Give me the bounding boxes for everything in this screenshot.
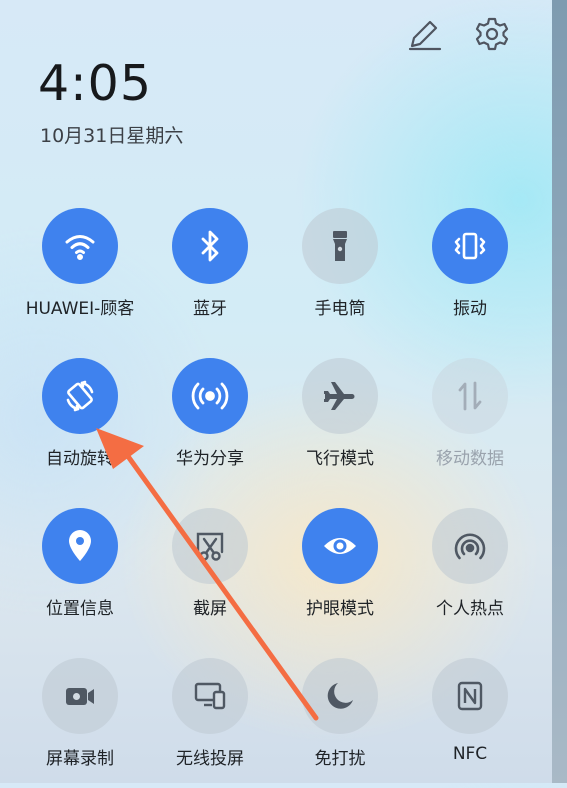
hotspot-icon	[432, 508, 508, 584]
toggle-vibrate[interactable]: 振动	[405, 208, 535, 338]
toggle-airplane-mode[interactable]: 飞行模式	[275, 358, 405, 488]
toggle-label: 手电筒	[314, 299, 366, 319]
toggle-label: 飞行模式	[306, 449, 374, 469]
toggle-hotspot[interactable]: 个人热点	[405, 508, 535, 638]
toggle-wireless-projection[interactable]: 无线投屏	[145, 658, 275, 788]
toggle-mobile-data: 移动数据	[405, 358, 535, 488]
toggle-huawei-share[interactable]: 华为分享	[145, 358, 275, 488]
toggle-screenshot[interactable]: 截屏	[145, 508, 275, 638]
toggle-label: 屏幕录制	[46, 749, 114, 769]
toggle-nfc[interactable]: NFC	[405, 658, 535, 788]
vibrate-icon	[432, 208, 508, 284]
toggle-screen-record[interactable]: 屏幕录制	[15, 658, 145, 788]
toggle-label: NFC	[452, 744, 488, 764]
location-icon	[42, 508, 118, 584]
screenshot-icon	[172, 508, 248, 584]
do-not-disturb-icon	[302, 658, 378, 734]
toggle-bluetooth[interactable]: 蓝牙	[145, 208, 275, 338]
toggle-label: 护眼模式	[306, 599, 374, 619]
eye-comfort-icon	[302, 508, 378, 584]
toggle-label: 振动	[453, 299, 487, 319]
toggle-flashlight[interactable]: 手电筒	[275, 208, 405, 338]
edge-strip	[552, 0, 567, 783]
toggle-label: 移动数据	[436, 449, 504, 469]
wireless-projection-icon	[172, 658, 248, 734]
toggle-location[interactable]: 位置信息	[15, 508, 145, 638]
toggle-label: 免打扰	[314, 749, 366, 769]
edit-icon[interactable]	[406, 16, 442, 52]
toggle-wifi[interactable]: HUAWEI-顾客	[15, 208, 145, 338]
toggle-label: 自动旋转	[46, 449, 114, 469]
mobile-data-icon	[432, 358, 508, 434]
date-text: 10月31日星期六	[40, 125, 184, 147]
toggle-label: HUAWEI-顾客	[25, 299, 135, 319]
toggle-label: 位置信息	[46, 599, 114, 619]
toggle-label: 蓝牙	[193, 299, 227, 319]
toggle-label: 截屏	[193, 599, 227, 619]
wifi-icon	[42, 208, 118, 284]
nfc-icon	[432, 658, 508, 734]
toggle-auto-rotate[interactable]: 自动旋转	[15, 358, 145, 488]
settings-icon[interactable]	[474, 16, 510, 52]
clock-time: 4:05	[38, 55, 153, 112]
auto-rotate-icon	[42, 358, 118, 434]
toggle-eye-comfort[interactable]: 护眼模式	[275, 508, 405, 638]
toggle-label: 无线投屏	[176, 749, 244, 769]
toggle-label: 华为分享	[176, 449, 244, 469]
flashlight-icon	[302, 208, 378, 284]
bluetooth-icon	[172, 208, 248, 284]
toggle-do-not-disturb[interactable]: 免打扰	[275, 658, 405, 788]
screen-record-icon	[42, 658, 118, 734]
toggle-label: 个人热点	[436, 599, 504, 619]
airplane-icon	[302, 358, 378, 434]
huawei-share-icon	[172, 358, 248, 434]
